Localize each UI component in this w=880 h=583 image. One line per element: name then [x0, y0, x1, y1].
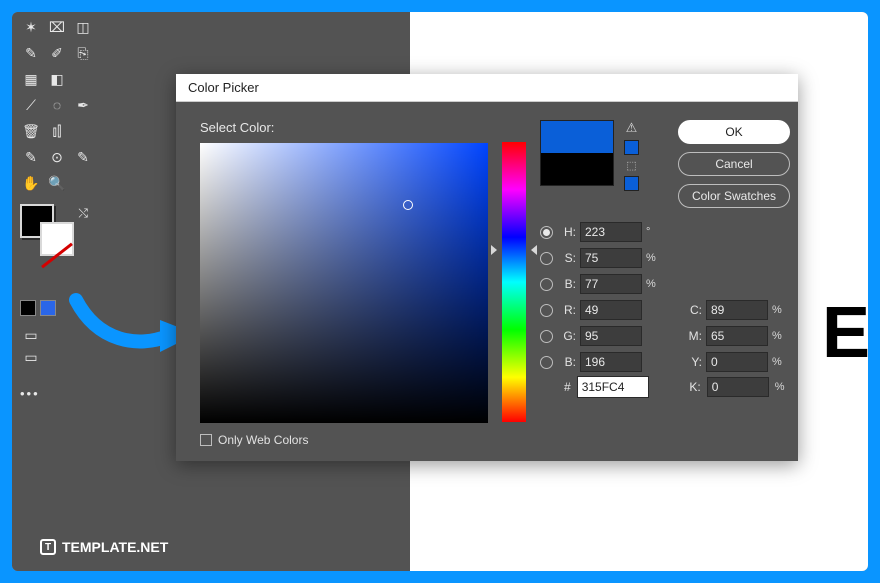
text-object[interactable]: EI [822, 292, 868, 374]
label-g: G: [562, 329, 576, 343]
overlap-icon[interactable]: ▭ [20, 324, 42, 346]
watermark: T TEMPLATE.NET [40, 539, 168, 555]
chart-icon[interactable]: ⫾⫿ [46, 120, 68, 142]
radio-bv[interactable] [540, 278, 553, 291]
trash-icon[interactable]: 🗑 [20, 120, 42, 142]
input-hex[interactable] [577, 376, 649, 398]
label-k: K: [679, 380, 701, 394]
only-web-colors-checkbox[interactable] [200, 434, 212, 446]
preview-new [541, 121, 613, 153]
watermark-text: TEMPLATE.NET [62, 539, 168, 555]
grid-icon[interactable]: ▦ [20, 68, 42, 90]
input-g[interactable] [580, 326, 642, 346]
preview-old[interactable] [541, 153, 613, 185]
input-m[interactable] [706, 326, 768, 346]
unit-bv: % [646, 278, 676, 290]
unit-h: ° [646, 226, 676, 238]
unit-m: % [772, 330, 790, 342]
eyedropper-icon[interactable]: ⟋ [20, 94, 42, 116]
blank3-icon [72, 172, 94, 194]
label-hex: # [564, 380, 571, 394]
background-swatch[interactable] [40, 222, 74, 256]
color-picker-dialog: Color Picker Select Color: Only Web Colo… [176, 74, 798, 461]
mini-swatch-black[interactable] [20, 300, 36, 316]
pen-icon[interactable]: ✒ [72, 94, 94, 116]
input-c[interactable] [706, 300, 768, 320]
overlap2-icon[interactable]: ▭ [20, 346, 42, 368]
more-tools-icon[interactable]: ••• [20, 386, 94, 401]
dodge-icon[interactable]: ⊙ [46, 146, 68, 168]
input-y[interactable] [706, 352, 768, 372]
color-preview [540, 120, 614, 186]
input-h[interactable] [580, 222, 642, 242]
pencil-icon[interactable]: ✐ [46, 42, 68, 64]
gradient-icon[interactable]: ◧ [46, 68, 68, 90]
label-c: C: [680, 303, 702, 317]
websafe-swatch[interactable] [624, 176, 639, 191]
blur-icon[interactable]: ◌ [46, 94, 68, 116]
healing-brush-icon[interactable]: ✶ [20, 16, 42, 38]
radio-g[interactable] [540, 330, 553, 343]
radio-s[interactable] [540, 252, 553, 265]
input-b[interactable] [580, 352, 642, 372]
sv-marker[interactable] [403, 200, 413, 210]
blank-icon [72, 68, 94, 90]
brush2-icon[interactable]: ✎ [20, 146, 42, 168]
radio-h[interactable] [540, 226, 553, 239]
label-b: B: [562, 355, 576, 369]
unit-c: % [772, 304, 790, 316]
unit-k: % [775, 381, 785, 393]
swap-colors-icon[interactable]: ⤭ [78, 206, 88, 221]
select-color-label: Select Color: [200, 120, 488, 135]
gamut-warning-icon[interactable]: ⚠ [626, 120, 638, 136]
input-bv[interactable] [580, 274, 642, 294]
dialog-title: Color Picker [176, 74, 798, 102]
saturation-value-field[interactable] [200, 143, 488, 423]
label-r: R: [562, 303, 576, 317]
perspective-icon[interactable]: ◫ [72, 16, 94, 38]
unit-y: % [772, 356, 790, 368]
watermark-icon: T [40, 539, 56, 555]
clone-icon[interactable]: ⎘ [72, 42, 94, 64]
gamut-swatch[interactable] [624, 140, 639, 155]
brush-icon[interactable]: ✎ [20, 42, 42, 64]
radio-b[interactable] [540, 356, 553, 369]
hue-slider[interactable] [502, 142, 526, 422]
input-r[interactable] [580, 300, 642, 320]
cube-icon[interactable]: ⬚ [626, 159, 636, 172]
hand-icon[interactable]: ✋ [20, 172, 42, 194]
input-s[interactable] [580, 248, 642, 268]
cancel-button[interactable]: Cancel [678, 152, 790, 176]
zoom-icon[interactable]: 🔍 [46, 172, 68, 194]
label-h: H: [562, 225, 576, 239]
brush3-icon[interactable]: ✎ [72, 146, 94, 168]
label-s: S: [562, 251, 576, 265]
label-m: M: [680, 329, 702, 343]
mini-swatch-blue[interactable] [40, 300, 56, 316]
blank2-icon [72, 120, 94, 142]
label-bv: B: [562, 277, 576, 291]
color-swatches-button[interactable]: Color Swatches [678, 184, 790, 208]
only-web-colors-label: Only Web Colors [218, 433, 308, 447]
label-y: Y: [680, 355, 702, 369]
ok-button[interactable]: OK [678, 120, 790, 144]
unit-s: % [646, 252, 676, 264]
radio-r[interactable] [540, 304, 553, 317]
crop-icon[interactable]: ⌧ [46, 16, 68, 38]
input-k[interactable] [707, 377, 769, 397]
